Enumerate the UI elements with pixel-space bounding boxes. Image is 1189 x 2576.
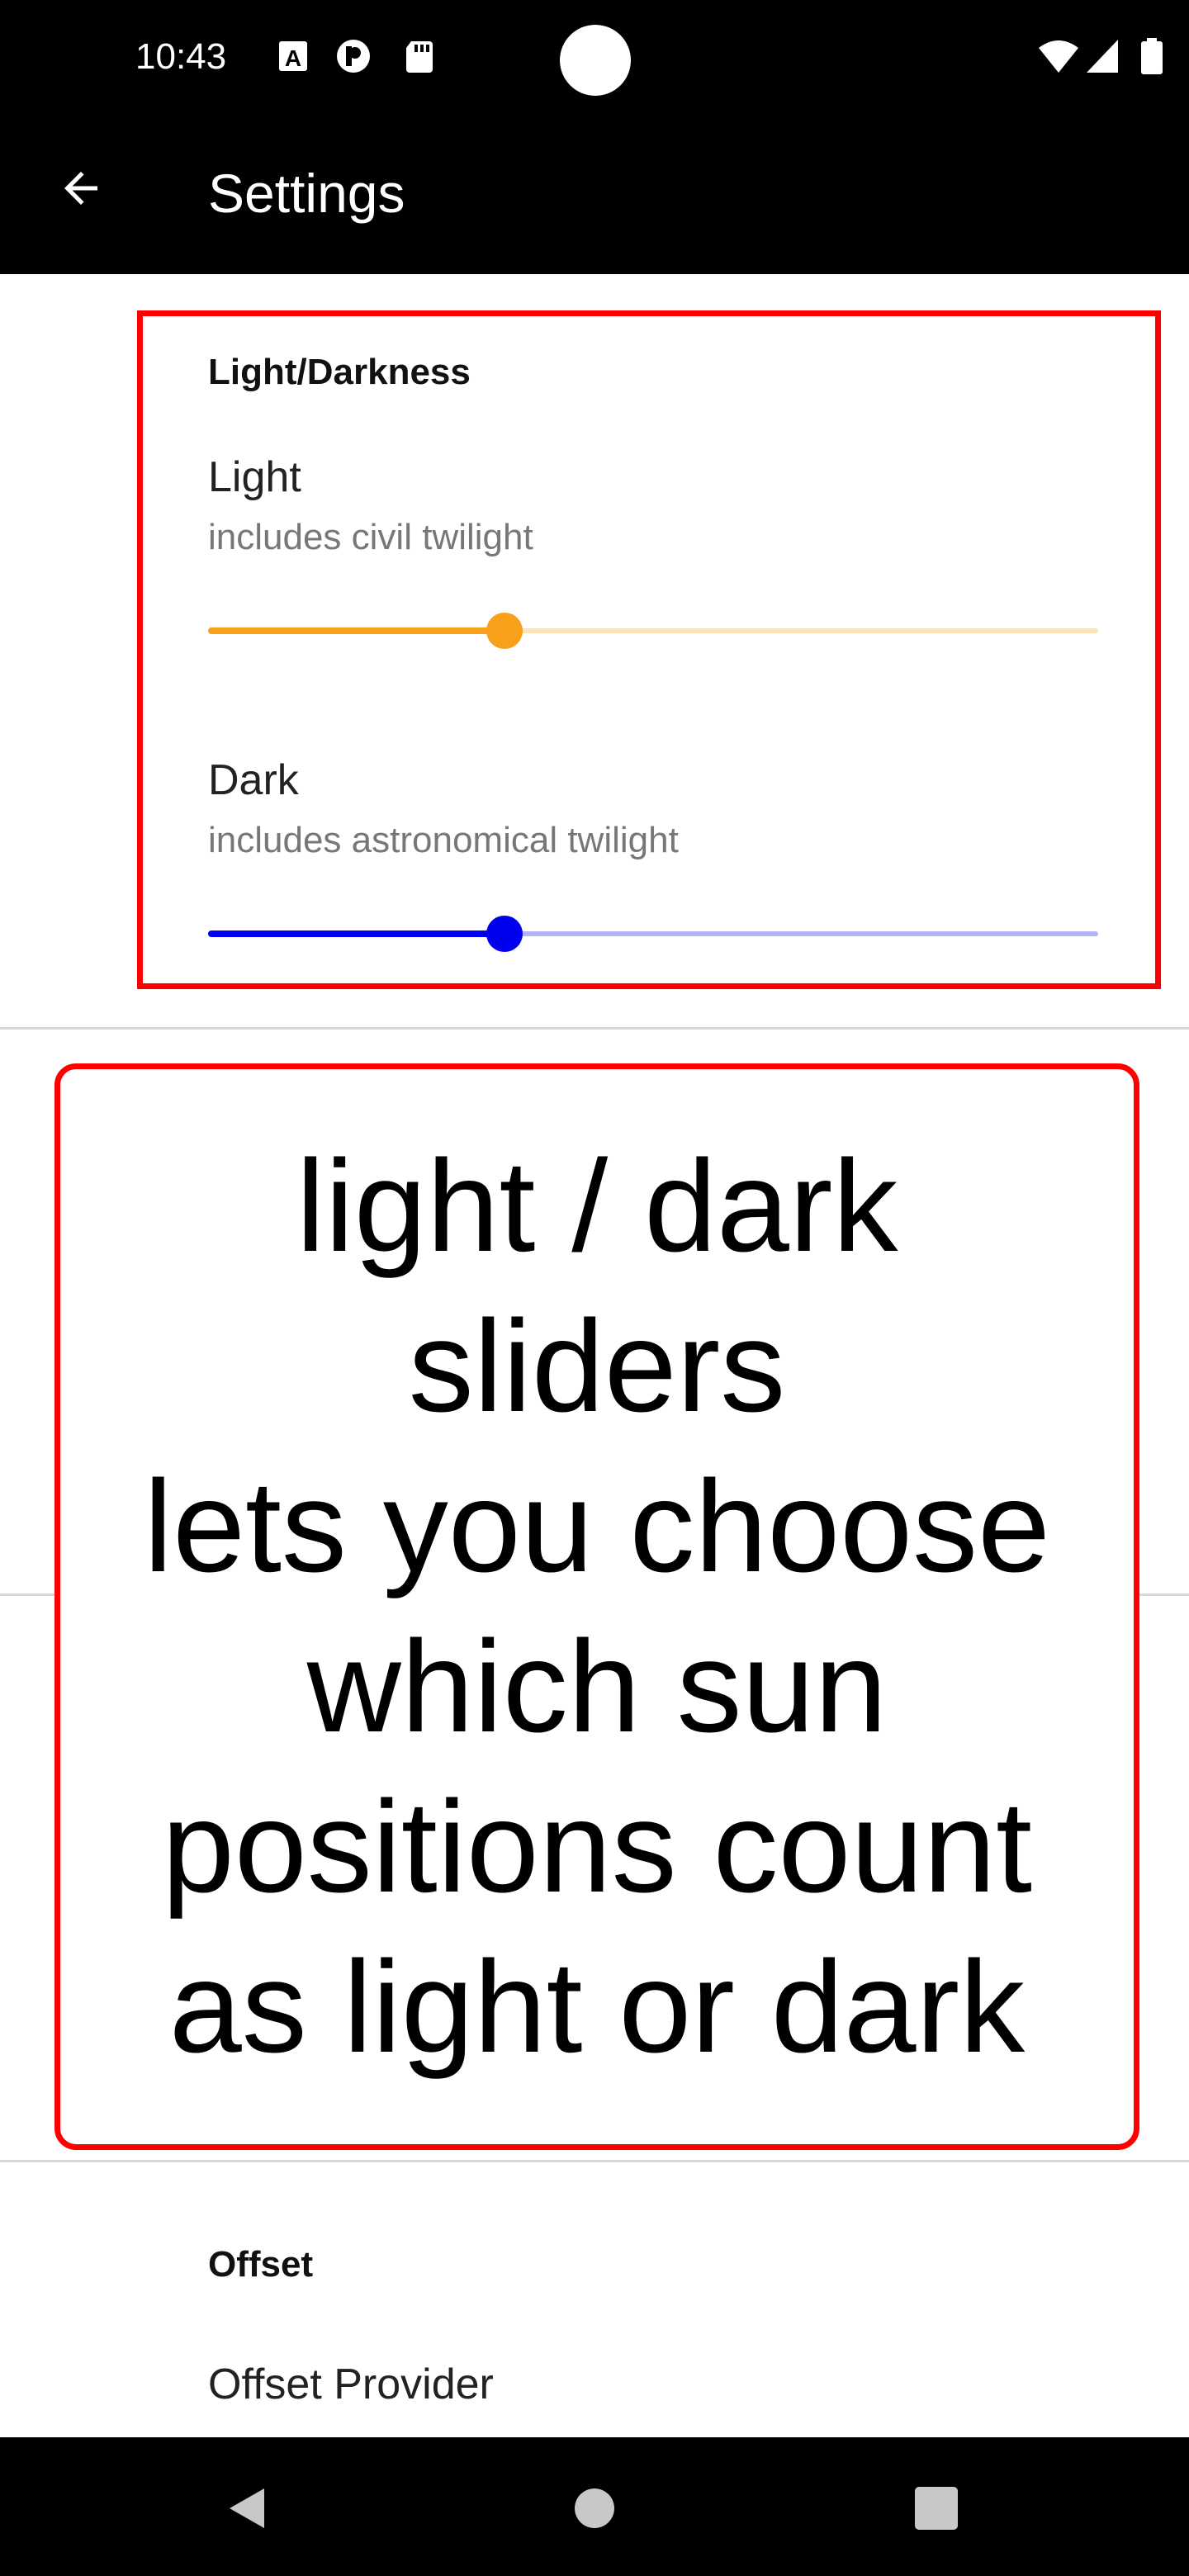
callout-text: light / dark sliders lets you choose whi…: [144, 1126, 1050, 2087]
status-bar: 10:43 A: [0, 0, 1189, 116]
divider: [0, 1027, 1189, 1030]
callout-line: light / dark: [296, 1134, 898, 1279]
nav-home-button[interactable]: [555, 2469, 634, 2548]
back-triangle-icon: [230, 2488, 264, 2528]
callout-line: as light or dark: [168, 1934, 1026, 2080]
back-button[interactable]: [41, 149, 121, 228]
app-bar: [0, 116, 1189, 274]
nav-recents-button[interactable]: [897, 2469, 976, 2548]
status-time: 10:43: [135, 36, 227, 77]
camera-cutout: [560, 25, 631, 96]
highlight-box: [137, 310, 1161, 989]
callout-line: sliders: [408, 1294, 786, 1439]
recents-square-icon: [915, 2487, 958, 2530]
callout-line: positions count: [161, 1774, 1032, 1920]
page-title: Settings: [208, 163, 405, 224]
wifi-icon: [1039, 40, 1078, 73]
divider: [0, 2160, 1189, 2162]
nav-back-button[interactable]: [208, 2469, 287, 2548]
callout-line: lets you choose: [144, 1454, 1050, 1599]
sd-card-icon: [406, 41, 433, 73]
battery-icon: [1141, 38, 1163, 74]
a-box-icon: A: [279, 41, 307, 71]
annotation-callout: light / dark sliders lets you choose whi…: [54, 1063, 1139, 2150]
signal-icon: [1087, 40, 1118, 73]
arrow-back-icon: [64, 172, 97, 205]
home-circle-icon: [575, 2488, 614, 2528]
svg-text:A: A: [285, 45, 301, 71]
offset-provider-item[interactable]: Offset Provider: [208, 2360, 494, 2409]
callout-line: which sun: [306, 1614, 888, 1759]
p-circle-icon: [337, 40, 370, 73]
section-title-offset: Offset: [208, 2244, 314, 2285]
